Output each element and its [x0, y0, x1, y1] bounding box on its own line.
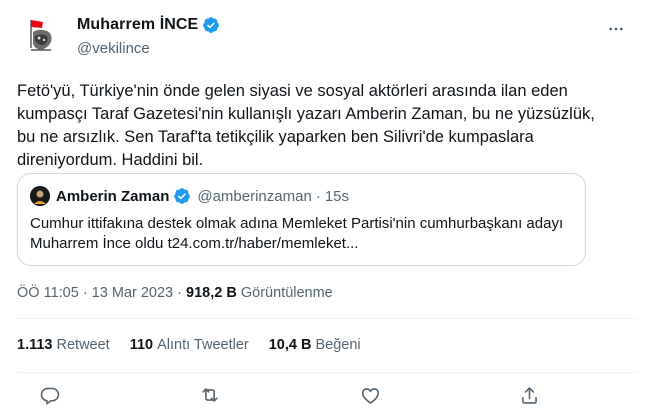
- tweet-date[interactable]: 13 Mar 2023: [92, 285, 173, 301]
- quoted-tweet-text: Cumhur ittifakına destek olmak adına Mem…: [30, 215, 564, 252]
- quoted-author-name: Amberin Zaman: [56, 187, 170, 205]
- quoted-timestamp: 15s: [324, 187, 349, 205]
- like-icon[interactable]: [355, 380, 385, 410]
- more-options-icon[interactable]: [605, 18, 627, 40]
- author-name-row: Muharrem İNCE: [77, 16, 220, 34]
- quotes-count: 110: [129, 337, 154, 353]
- author-avatar[interactable]: [17, 12, 65, 60]
- retweet-icon[interactable]: [195, 380, 225, 410]
- verified-badge-icon: [202, 16, 220, 34]
- tweet-meta: ÖÖ 11:05 · 13 Mar 2023 · 918,2 B Görüntü…: [17, 285, 333, 301]
- divider: [17, 318, 637, 319]
- quotes-label: Alıntı Tweetler: [157, 337, 249, 353]
- author-avatar-image: [17, 12, 65, 60]
- meta-separator: ·: [82, 285, 88, 301]
- tweet-text: Fetö'yü, Türkiye'nin önde gelen siyasi v…: [17, 82, 595, 169]
- quoted-author-avatar: [30, 186, 50, 206]
- quoted-verified-badge-icon: [173, 187, 191, 205]
- likes-stat[interactable]: 10,4 B Beğeni: [269, 337, 361, 353]
- tweet-stats: 1.113 Retweet 110 Alıntı Tweetler 10,4 B Be…: [17, 337, 381, 353]
- quoted-separator: ·: [315, 187, 321, 205]
- retweets-label: Retweet: [56, 337, 110, 353]
- views-count: 918,2 B: [186, 285, 237, 301]
- author-display-name[interactable]: Muharrem İNCE: [77, 16, 198, 34]
- quoted-tweet-header: Amberin Zaman @amberinzaman · 15s: [30, 186, 349, 206]
- share-icon[interactable]: [514, 380, 544, 410]
- tweet-actions: [17, 380, 637, 410]
- quoted-tweet-card[interactable]: Amberin Zaman @amberinzaman · 15s Cumhur…: [17, 173, 586, 266]
- retweets-count: 1.113: [17, 337, 53, 353]
- tweet-header: Muharrem İNCE @vekilince: [17, 12, 637, 68]
- author-handle[interactable]: @vekilince: [77, 40, 150, 57]
- likes-label: Beğeni: [315, 337, 361, 353]
- views-label: Görüntülenme: [240, 285, 333, 301]
- quoted-author-handle: @amberinzaman: [197, 187, 312, 205]
- tweet-time[interactable]: ÖÖ 11:05: [17, 285, 79, 301]
- reply-icon[interactable]: [35, 380, 65, 410]
- quotes-stat[interactable]: 110 Alıntı Tweetler: [130, 337, 249, 353]
- retweets-stat[interactable]: 1.113 Retweet: [17, 337, 110, 353]
- meta-separator: ·: [177, 285, 182, 301]
- divider: [17, 372, 637, 373]
- likes-count: 10,4 B: [268, 337, 312, 353]
